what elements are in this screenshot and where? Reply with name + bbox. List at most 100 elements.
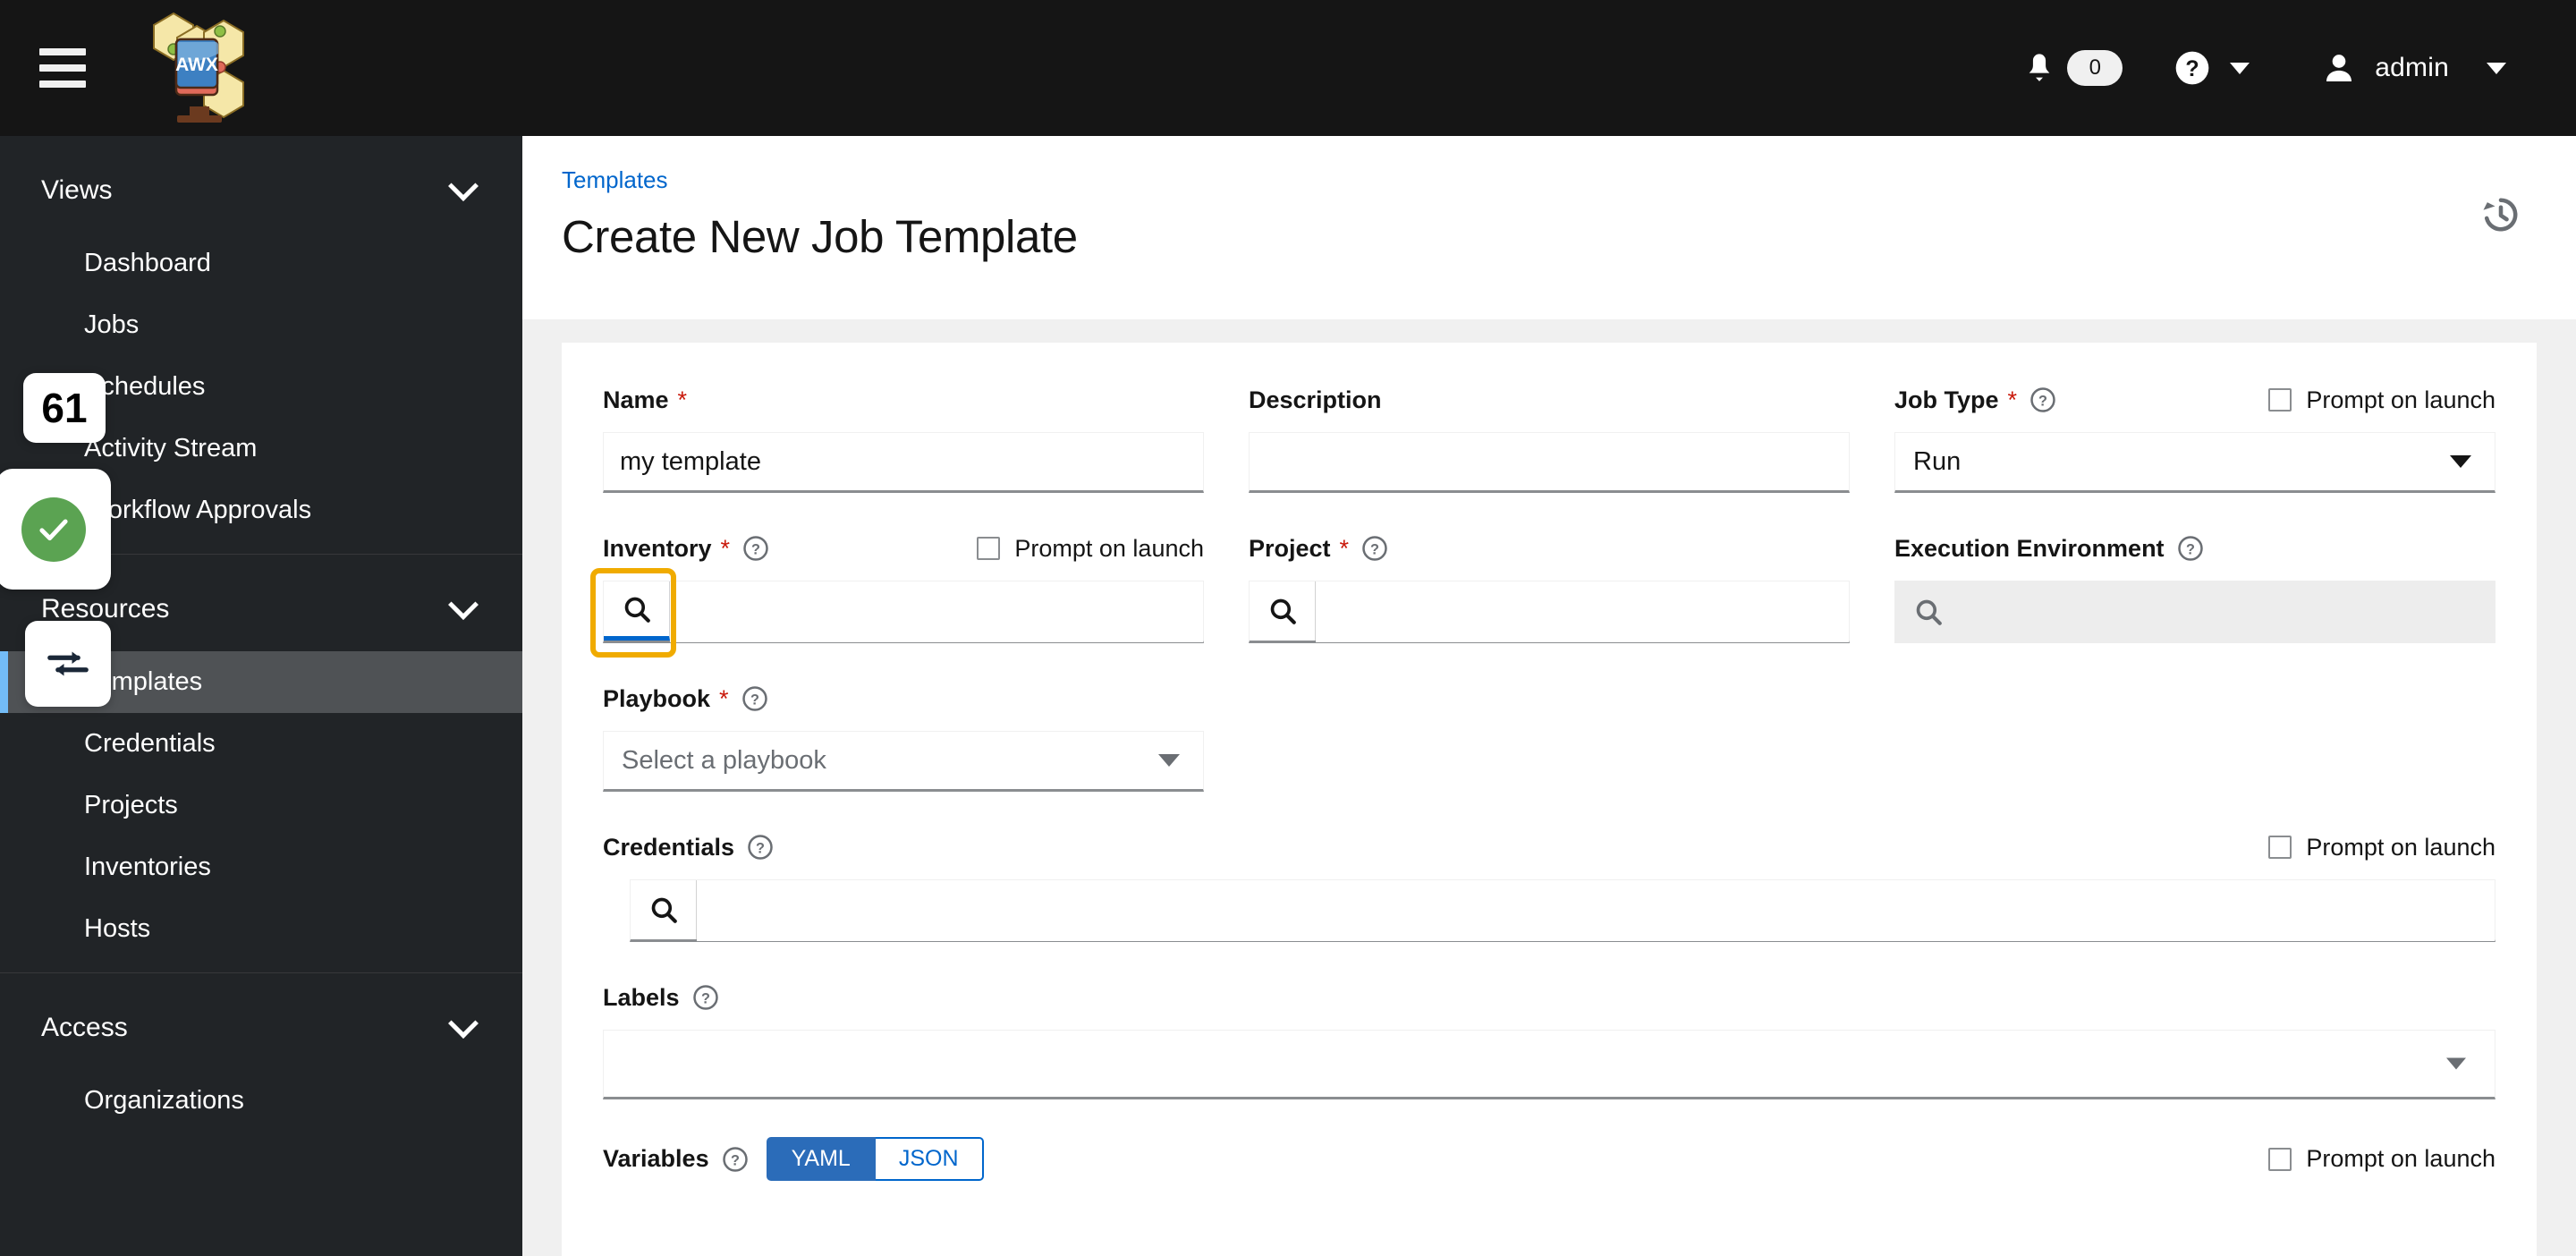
- checkbox[interactable]: [2268, 388, 2292, 412]
- caret-down-icon: [1158, 754, 1180, 767]
- svg-text:?: ?: [2038, 393, 2047, 409]
- prompt-on-launch-label: Prompt on launch: [1014, 534, 1204, 562]
- awx-logo[interactable]: AWX: [127, 10, 297, 126]
- execution-environment-help-icon[interactable]: ?: [2177, 535, 2204, 562]
- sidebar-item-jobs[interactable]: Jobs: [0, 294, 522, 356]
- search-icon: [624, 597, 650, 623]
- user-menu-button[interactable]: admin: [2273, 50, 2506, 86]
- hamburger-icon[interactable]: [39, 48, 86, 88]
- label-row-credentials: Credentials ? Prompt on launch: [603, 829, 2496, 865]
- svg-text:?: ?: [751, 541, 760, 557]
- nav-section-views[interactable]: Views: [0, 136, 522, 233]
- nav-section-label: Views: [41, 175, 113, 205]
- checkbox[interactable]: [977, 537, 1001, 560]
- credentials-prompt-on-launch[interactable]: Prompt on launch: [2268, 834, 2496, 861]
- svg-text:?: ?: [731, 1152, 740, 1168]
- success-check-badge: [0, 469, 111, 590]
- chevron-down-icon: [2487, 62, 2506, 74]
- sidebar-item-credentials[interactable]: Credentials: [0, 713, 522, 775]
- spacer-cell: [1249, 681, 1850, 829]
- name-input[interactable]: [603, 432, 1204, 493]
- svg-text:?: ?: [1370, 541, 1379, 557]
- main-content: Templates Create New Job Template Name *: [522, 136, 2576, 1256]
- label-row-project: Project * ?: [1249, 530, 1850, 566]
- chevron-down-icon: [2230, 62, 2250, 74]
- label-row-playbook: Playbook * ?: [603, 681, 1204, 717]
- inventory-prompt-on-launch[interactable]: Prompt on launch: [977, 535, 1204, 563]
- labels-help-icon[interactable]: ?: [692, 984, 719, 1011]
- breadcrumb-templates[interactable]: Templates: [562, 166, 668, 194]
- svg-text:?: ?: [2186, 56, 2199, 81]
- svg-text:?: ?: [701, 990, 710, 1006]
- credentials-lookup[interactable]: [630, 879, 2496, 942]
- notifications-button[interactable]: 0: [2010, 50, 2137, 86]
- field-job-type: Job Type * ? Prompt on launch Run: [1894, 382, 2496, 493]
- job-template-form-card: Name * Description Job Type *: [562, 343, 2537, 1256]
- field-labels: Labels ?: [603, 980, 2496, 1099]
- credentials-search-button[interactable]: [631, 880, 697, 939]
- sidebar-item-projects[interactable]: Projects: [0, 775, 522, 836]
- description-input[interactable]: [1249, 432, 1850, 493]
- job-type-select[interactable]: Run: [1894, 432, 2496, 493]
- inventory-lookup[interactable]: [603, 581, 1204, 643]
- username-label: admin: [2375, 53, 2449, 82]
- label-row-execution-environment: Execution Environment ?: [1894, 530, 2496, 566]
- sidebar-item-organizations[interactable]: Organizations: [0, 1070, 522, 1132]
- label-row-name: Name *: [603, 382, 1204, 418]
- user-avatar-icon: [2326, 55, 2352, 81]
- playbook-help-icon[interactable]: ?: [741, 685, 768, 712]
- step-count-badge: 61: [23, 373, 106, 443]
- inventory-help-icon[interactable]: ?: [742, 535, 769, 562]
- checkbox[interactable]: [2268, 836, 2292, 859]
- sidebar-item-inventories[interactable]: Inventories: [0, 836, 522, 898]
- credentials-help-icon[interactable]: ?: [747, 834, 774, 861]
- playbook-select[interactable]: Select a playbook: [603, 731, 1204, 792]
- required-indicator: *: [719, 684, 729, 712]
- masthead-toolbar: 0 ? admin: [2010, 50, 2506, 86]
- sidebar-item-dashboard[interactable]: Dashboard: [0, 233, 522, 294]
- nav-section-access[interactable]: Access: [0, 973, 522, 1070]
- label-variables: Variables: [603, 1145, 709, 1172]
- sidebar-item-hosts[interactable]: Hosts: [0, 898, 522, 960]
- labels-multiselect[interactable]: [603, 1030, 2496, 1099]
- field-execution-environment: Execution Environment ?: [1894, 530, 2496, 643]
- awx-app-window: AWX 0 ? admin Views Dashboard Jobs Sched…: [0, 0, 2576, 1256]
- search-icon: [651, 897, 677, 923]
- prompt-on-launch-label: Prompt on launch: [2306, 386, 2496, 413]
- toggle-yaml[interactable]: YAML: [766, 1137, 876, 1181]
- variables-help-icon[interactable]: ?: [722, 1146, 749, 1173]
- field-credentials: Credentials ? Prompt on launch: [603, 829, 2496, 942]
- label-inventory: Inventory: [603, 534, 712, 562]
- nav-group-access: Access Organizations: [0, 973, 522, 1144]
- job-type-prompt-on-launch[interactable]: Prompt on launch: [2268, 386, 2496, 414]
- field-description: Description: [1249, 382, 1850, 493]
- execution-environment-lookup: [1894, 581, 2496, 643]
- checkbox[interactable]: [2268, 1147, 2292, 1171]
- check-circle-icon: [21, 496, 86, 562]
- chevron-down-icon: [448, 1008, 479, 1039]
- job-type-help-icon[interactable]: ?: [2029, 386, 2056, 413]
- caret-down-icon: [2446, 1057, 2466, 1070]
- label-job-type: Job Type: [1894, 386, 1999, 413]
- label-labels: Labels: [603, 983, 680, 1011]
- project-search-button[interactable]: [1250, 581, 1316, 641]
- chevron-down-icon: [448, 171, 479, 201]
- required-indicator: *: [677, 386, 688, 413]
- swap-arrows-icon: [47, 651, 89, 676]
- variables-prompt-on-launch[interactable]: Prompt on launch: [2268, 1145, 2496, 1173]
- history-button[interactable]: [2476, 190, 2526, 240]
- variables-format-toggle: YAML JSON: [766, 1137, 984, 1181]
- playbook-placeholder: Select a playbook: [622, 745, 826, 775]
- project-help-icon[interactable]: ?: [1361, 535, 1388, 562]
- project-input[interactable]: [1316, 581, 1849, 642]
- project-lookup[interactable]: [1249, 581, 1850, 643]
- inventory-input[interactable]: [670, 581, 1203, 642]
- credentials-input[interactable]: [697, 880, 2495, 941]
- label-row-description: Description: [1249, 382, 1850, 418]
- inventory-search-button[interactable]: [604, 581, 670, 641]
- masthead: AWX 0 ? admin: [0, 0, 2576, 136]
- toggle-json[interactable]: JSON: [875, 1137, 984, 1181]
- history-icon: [2483, 198, 2518, 232]
- svg-text:?: ?: [2186, 541, 2195, 557]
- help-menu-button[interactable]: ?: [2137, 50, 2273, 86]
